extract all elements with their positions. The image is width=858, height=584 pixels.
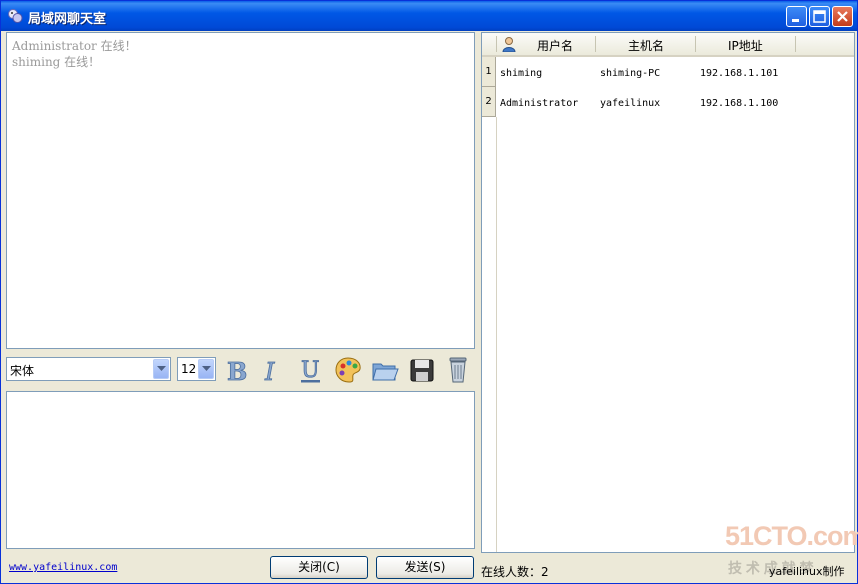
svg-text:B: B — [227, 357, 247, 385]
watermark-logo: 51CTO.com — [725, 521, 858, 551]
column-divider — [496, 36, 497, 52]
chat-message: shiming 在线！ — [12, 55, 101, 69]
svg-text:I: I — [264, 358, 275, 385]
online-count: 在线人数：2 — [481, 565, 549, 579]
close-button[interactable]: 关闭(C) — [270, 556, 368, 579]
palette-icon — [335, 357, 361, 383]
cell-user: Administrator — [500, 98, 579, 109]
column-header-user[interactable]: 用户名 — [537, 37, 573, 54]
save-button[interactable] — [407, 355, 437, 385]
italic-button[interactable]: I — [259, 355, 289, 385]
folder-icon — [372, 363, 399, 381]
main-window: 局域网聊天室 Administrator 在线！ shiming 在线！ 宋体 … — [0, 0, 858, 584]
row-number[interactable]: 1 — [482, 57, 496, 87]
credit-text: yafeilinux制作 — [769, 565, 845, 578]
row-header-strip — [482, 117, 497, 552]
close-window-button[interactable] — [832, 6, 853, 27]
window-title: 局域网聊天室 — [28, 12, 107, 27]
minimize-button[interactable] — [786, 6, 807, 27]
svg-text:U: U — [301, 358, 320, 383]
chat-message: Administrator 在线！ — [12, 39, 137, 53]
cell-ip: 192.168.1.100 — [700, 98, 779, 109]
column-divider — [595, 36, 596, 52]
website-link[interactable]: www.yafeilinux.com — [9, 562, 117, 573]
cell-host: yafeilinux — [600, 98, 661, 109]
clear-button[interactable] — [443, 355, 473, 385]
close-icon — [837, 11, 848, 22]
maximize-icon — [813, 10, 826, 23]
bold-icon: B — [227, 357, 248, 385]
trash-icon — [449, 357, 467, 383]
column-divider — [695, 36, 696, 52]
cell-host: shiming-PC — [600, 68, 661, 79]
minimize-icon — [792, 19, 799, 22]
save-icon — [410, 359, 434, 382]
user-icon — [502, 37, 516, 52]
font-size-value: 12 — [181, 362, 197, 376]
color-button[interactable] — [333, 355, 363, 385]
font-size-select[interactable]: 12 — [177, 357, 216, 381]
message-input[interactable] — [6, 391, 475, 549]
app-icon — [8, 9, 23, 23]
title-bar[interactable]: 局域网聊天室 — [1, 1, 857, 31]
chevron-down-icon[interactable] — [153, 359, 169, 379]
cell-user: shiming — [500, 68, 543, 79]
column-header-ip[interactable]: IP地址 — [728, 37, 763, 54]
open-file-button[interactable] — [370, 355, 400, 385]
font-family-select[interactable]: 宋体 — [6, 357, 171, 381]
bold-button[interactable]: B — [223, 355, 253, 385]
table-header: 用户名 主机名 IP地址 — [482, 33, 854, 57]
cell-ip: 192.168.1.101 — [700, 68, 779, 79]
font-family-value: 宋体 — [10, 364, 35, 378]
maximize-button[interactable] — [809, 6, 830, 27]
send-button[interactable]: 发送(S) — [376, 556, 474, 579]
chevron-down-icon[interactable] — [198, 359, 214, 379]
underline-icon: U — [301, 358, 320, 383]
user-list-table[interactable]: 用户名 主机名 IP地址 1 shiming shiming-PC 192.16… — [481, 32, 855, 553]
underline-button[interactable]: U — [296, 355, 326, 385]
column-divider — [795, 36, 796, 52]
italic-icon: I — [264, 358, 276, 385]
column-header-host[interactable]: 主机名 — [628, 37, 664, 54]
row-number[interactable]: 2 — [482, 87, 496, 117]
chat-log[interactable]: Administrator 在线！ shiming 在线！ — [6, 32, 475, 349]
